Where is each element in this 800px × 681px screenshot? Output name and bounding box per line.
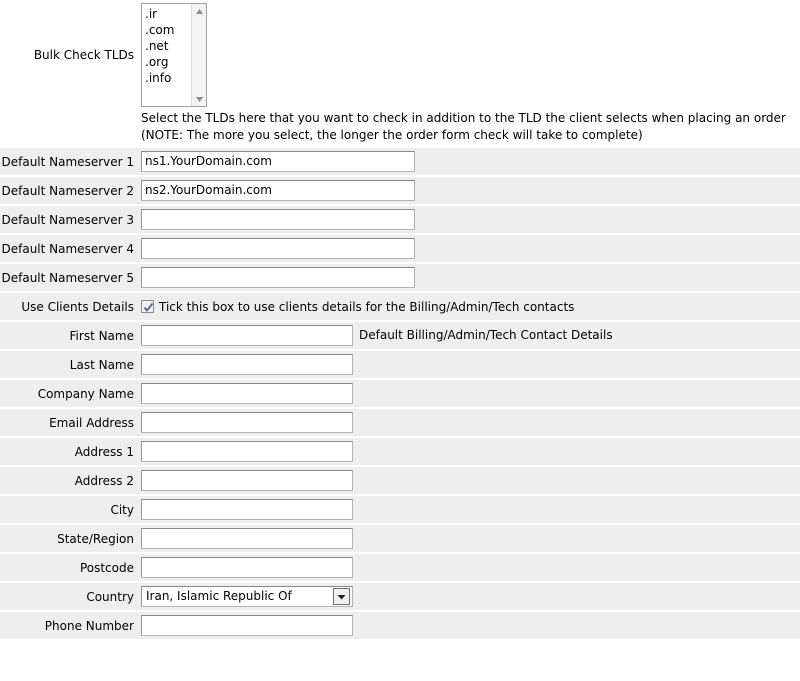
first-name-label: First Name — [69, 328, 134, 343]
address-1-row: Address 1 — [0, 438, 800, 467]
nameserver-5-input[interactable] — [141, 267, 415, 288]
use-clients-details-checkbox-label: Tick this box to use clients details for… — [159, 299, 575, 314]
scroll-up-arrow-icon[interactable] — [192, 4, 207, 18]
help-line-1: Select the TLDs here that you want to ch… — [141, 111, 786, 125]
phone-number-label: Phone Number — [44, 618, 134, 633]
bulk-check-tlds-field: .ir .com .net .org .info — [140, 3, 800, 107]
company-name-label: Company Name — [37, 386, 134, 401]
nameserver-2-row: Default Nameserver 2 — [0, 177, 800, 206]
address-2-input[interactable] — [141, 470, 353, 491]
country-row: Country Iran, Islamic Republic Of — [0, 583, 800, 612]
phone-number-input[interactable] — [141, 615, 353, 636]
country-selected-value: Iran, Islamic Republic Of — [146, 589, 292, 603]
tld-option[interactable]: .info — [145, 70, 191, 86]
chevron-down-icon[interactable] — [333, 588, 350, 605]
last-name-input[interactable] — [141, 354, 353, 375]
company-name-input[interactable] — [141, 383, 353, 404]
nameserver-4-input[interactable] — [141, 238, 415, 259]
city-row: City — [0, 496, 800, 525]
postcode-row: Postcode — [0, 554, 800, 583]
nameserver-5-row: Default Nameserver 5 — [0, 264, 800, 293]
company-name-row: Company Name — [0, 380, 800, 409]
use-clients-details-label: Use Clients Details — [21, 299, 134, 314]
last-name-row: Last Name — [0, 351, 800, 380]
address-2-label: Address 2 — [74, 473, 134, 488]
bulk-check-tlds-label: Bulk Check TLDs — [33, 48, 134, 62]
first-name-input[interactable] — [141, 325, 353, 346]
country-select[interactable]: Iran, Islamic Republic Of — [141, 586, 353, 607]
use-clients-details-checkbox[interactable] — [141, 300, 154, 313]
state-region-label: State/Region — [57, 531, 134, 546]
first-name-row: First Name Default Billing/Admin/Tech Co… — [0, 322, 800, 351]
help-line-2: (NOTE: The more you select, the longer t… — [141, 128, 643, 142]
use-clients-details-control[interactable]: Tick this box to use clients details for… — [141, 300, 800, 314]
country-label: Country — [86, 589, 134, 604]
phone-number-row: Phone Number — [0, 612, 800, 641]
nameserver-4-row: Default Nameserver 4 — [0, 235, 800, 264]
state-region-input[interactable] — [141, 528, 353, 549]
tld-option[interactable]: .org — [145, 54, 191, 70]
address-2-row: Address 2 — [0, 467, 800, 496]
nameserver-1-input[interactable] — [141, 151, 415, 172]
bulk-check-tlds-row: Bulk Check TLDs .ir .com .net .org .info — [0, 0, 800, 110]
city-input[interactable] — [141, 499, 353, 520]
nameserver-1-label: Default Nameserver 1 — [1, 154, 135, 169]
nameserver-1-row: Default Nameserver 1 — [0, 148, 800, 177]
nameserver-3-row: Default Nameserver 3 — [0, 206, 800, 235]
email-address-row: Email Address — [0, 409, 800, 438]
tld-option[interactable]: .com — [145, 22, 191, 38]
nameserver-3-input[interactable] — [141, 209, 415, 230]
city-label: City — [110, 502, 134, 517]
use-clients-details-row: Use Clients Details Tick this box to use… — [0, 293, 800, 322]
postcode-input[interactable] — [141, 557, 353, 578]
nameserver-5-label: Default Nameserver 5 — [1, 270, 135, 285]
tld-option[interactable]: .ir — [145, 6, 191, 22]
domain-settings-form: Bulk Check TLDs .ir .com .net .org .info — [0, 0, 800, 641]
bulk-check-tlds-select[interactable]: .ir .com .net .org .info — [141, 3, 207, 107]
bulk-check-help-row: Select the TLDs here that you want to ch… — [0, 110, 800, 148]
nameserver-2-label: Default Nameserver 2 — [1, 183, 135, 198]
contact-section-note: Default Billing/Admin/Tech Contact Detai… — [359, 328, 613, 342]
tld-option-list[interactable]: .ir .com .net .org .info — [142, 4, 191, 106]
scroll-down-arrow-icon[interactable] — [192, 92, 207, 106]
last-name-label: Last Name — [69, 357, 134, 372]
postcode-label: Postcode — [79, 560, 134, 575]
email-address-input[interactable] — [141, 412, 353, 433]
nameserver-2-input[interactable] — [141, 180, 415, 201]
checkmark-icon — [143, 302, 154, 312]
address-1-label: Address 1 — [74, 444, 134, 459]
nameserver-4-label: Default Nameserver 4 — [1, 241, 135, 256]
address-1-input[interactable] — [141, 441, 353, 462]
bulk-check-help-text: Select the TLDs here that you want to ch… — [140, 110, 800, 144]
nameserver-3-label: Default Nameserver 3 — [1, 212, 135, 227]
state-region-row: State/Region — [0, 525, 800, 554]
tld-list-scrollbar[interactable] — [191, 4, 206, 106]
tld-option[interactable]: .net — [145, 38, 191, 54]
email-address-label: Email Address — [49, 415, 134, 430]
